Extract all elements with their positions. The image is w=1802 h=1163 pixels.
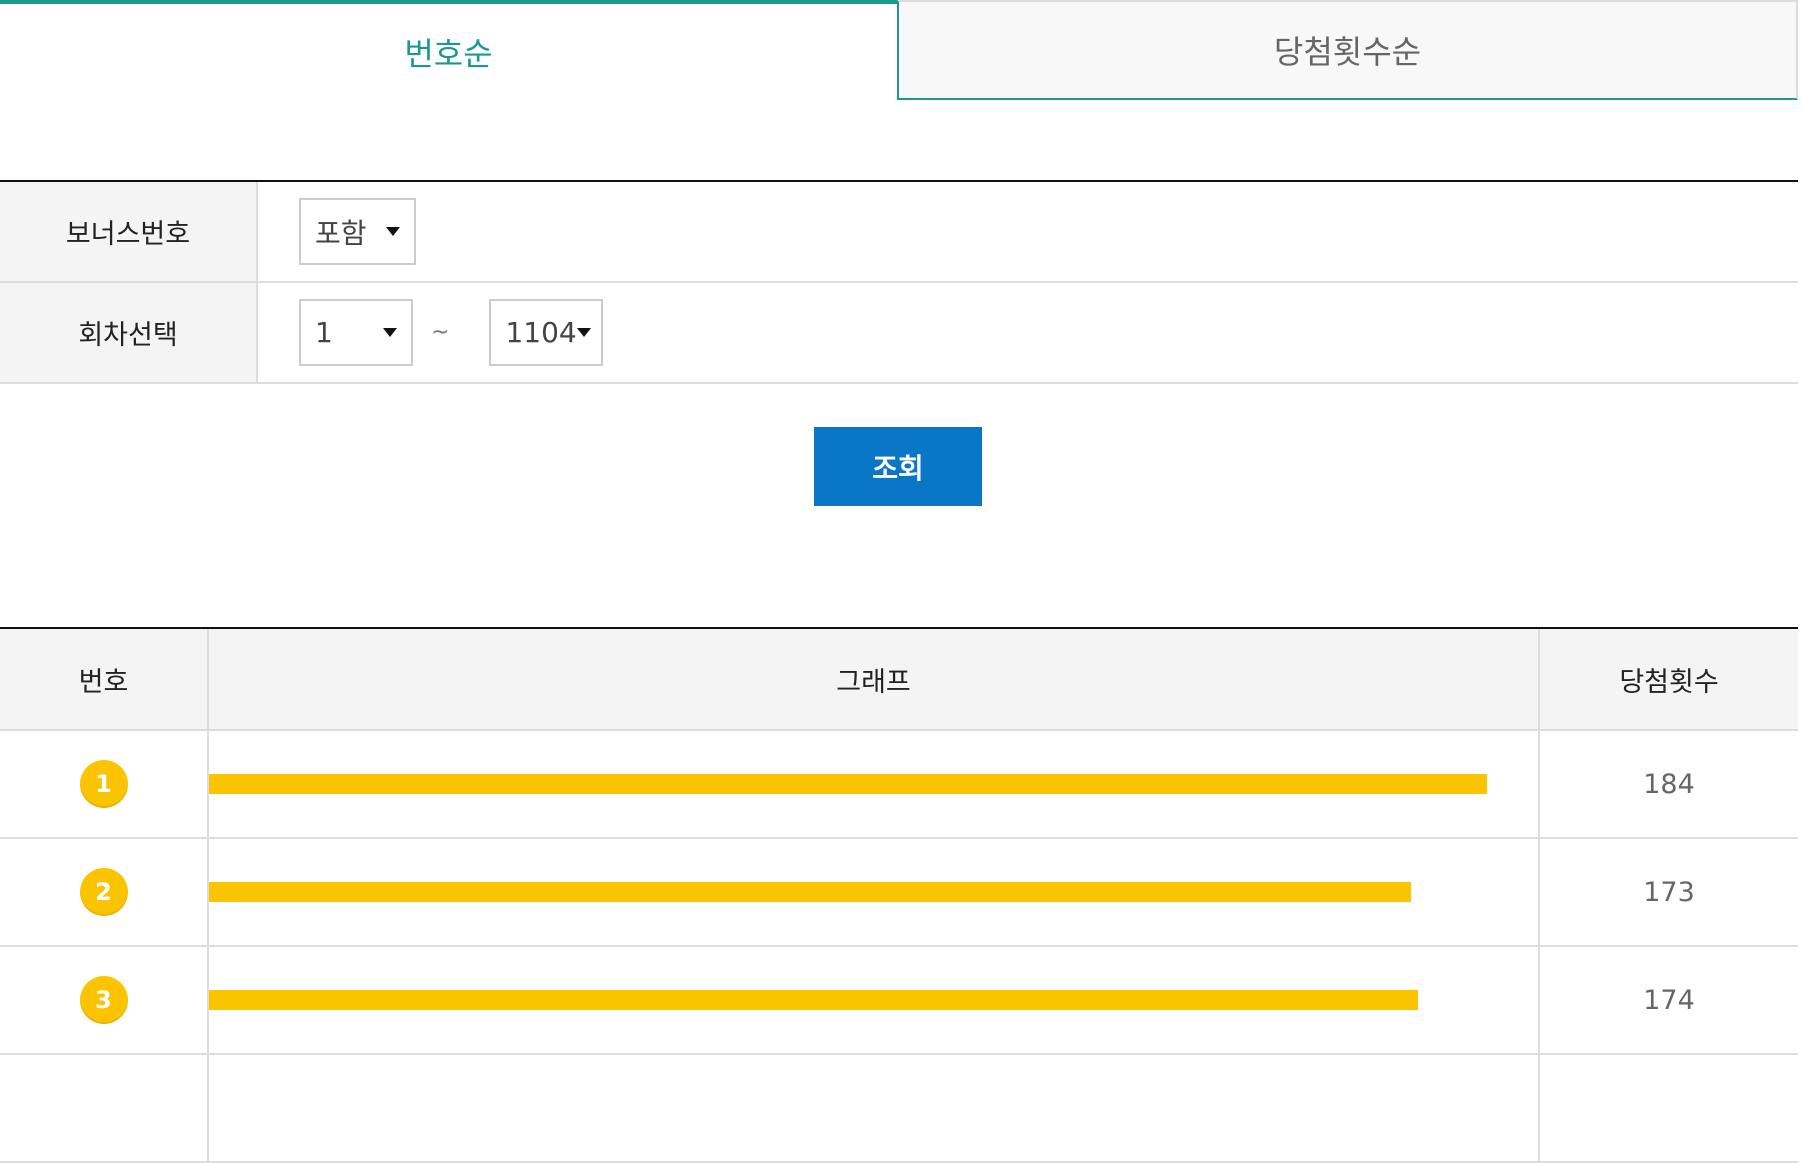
number-cell: [0, 1055, 209, 1161]
sort-tabs: 번호순 당첨횟수순: [0, 0, 1798, 100]
filter-table: 보너스번호 포함 회차선택 1 ~ 1104: [0, 180, 1798, 384]
graph-cell: [209, 839, 1540, 945]
count-cell: [1540, 1055, 1798, 1161]
number-cell: 2: [0, 839, 209, 945]
win-count-bar: [209, 774, 1487, 794]
bonus-select-value: 포함: [315, 216, 367, 250]
win-count-bar: [209, 990, 1418, 1010]
page: 번호순 당첨횟수순 보너스번호 포함 회차선택 1 ~ 1104 조회 번호 그…: [0, 0, 1802, 1163]
count-cell: 173: [1540, 839, 1798, 945]
table-row: 2 173: [0, 839, 1798, 947]
tab-by-number[interactable]: 번호순: [0, 0, 897, 100]
graph-cell: [209, 947, 1540, 1053]
caret-down-icon: [386, 227, 400, 236]
round-label: 회차선택: [0, 283, 258, 382]
bonus-cell: 포함: [258, 182, 1798, 281]
number-cell: 3: [0, 947, 209, 1053]
results-header: 번호 그래프 당첨횟수: [0, 629, 1798, 731]
filter-row-bonus: 보너스번호 포함: [0, 182, 1798, 283]
bonus-label: 보너스번호: [0, 182, 258, 281]
round-to-select[interactable]: 1104: [489, 299, 604, 366]
number-ball: 3: [79, 976, 128, 1024]
number-ball: 2: [79, 868, 128, 916]
caret-down-icon: [576, 328, 591, 337]
win-count: 173: [1643, 876, 1695, 908]
graph-cell: [209, 731, 1540, 837]
win-count: 184: [1643, 768, 1695, 800]
round-from-value: 1: [315, 316, 333, 349]
count-cell: 174: [1540, 947, 1798, 1053]
header-graph: 그래프: [209, 629, 1540, 729]
bonus-select[interactable]: 포함: [299, 198, 416, 265]
win-count-bar: [209, 882, 1411, 902]
results-table: 번호 그래프 당첨횟수 1 184 2 173 3 174: [0, 627, 1798, 1163]
filter-row-round: 회차선택 1 ~ 1104: [0, 283, 1798, 384]
table-row: 1 184: [0, 731, 1798, 839]
range-separator: ~: [431, 320, 450, 345]
table-row: 3 174: [0, 947, 1798, 1055]
caret-down-icon: [383, 328, 397, 337]
number-ball: 1: [79, 760, 128, 808]
table-row: [0, 1055, 1798, 1163]
win-count: 174: [1643, 984, 1695, 1016]
tab-by-win-count[interactable]: 당첨횟수순: [897, 0, 1798, 100]
count-cell: 184: [1540, 731, 1798, 837]
number-cell: 1: [0, 731, 209, 837]
header-number: 번호: [0, 629, 209, 729]
search-button[interactable]: 조회: [814, 427, 982, 506]
round-to-value: 1104: [505, 316, 577, 349]
round-from-select[interactable]: 1: [299, 299, 413, 366]
graph-cell: [209, 1055, 1540, 1161]
header-count: 당첨횟수: [1619, 666, 1719, 698]
round-cell: 1 ~ 1104: [258, 283, 1798, 382]
